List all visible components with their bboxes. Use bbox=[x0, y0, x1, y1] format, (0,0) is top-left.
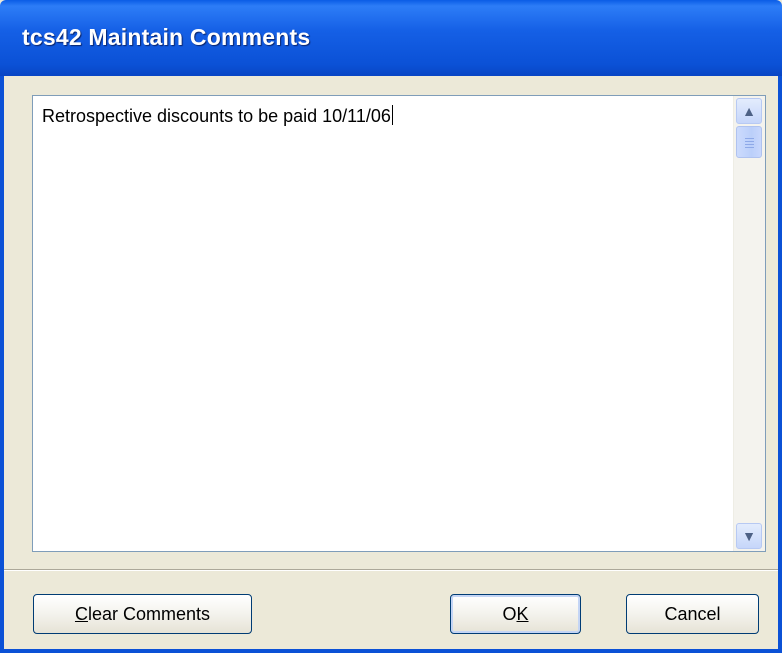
grip-line bbox=[745, 147, 754, 148]
window-frame-bottom bbox=[0, 649, 782, 653]
separator bbox=[4, 569, 778, 571]
chevron-up-icon: ▲ bbox=[742, 103, 756, 119]
title-bar[interactable]: tcs42 Maintain Comments bbox=[0, 0, 782, 76]
grip-line bbox=[745, 141, 754, 142]
scroll-down-button[interactable]: ▼ bbox=[736, 523, 762, 549]
clear-comments-button[interactable]: Clear Comments bbox=[33, 594, 252, 634]
cancel-button[interactable]: Cancel bbox=[626, 594, 759, 634]
window-frame-right bbox=[778, 76, 782, 653]
scroll-thumb[interactable] bbox=[736, 126, 762, 158]
grip-line bbox=[745, 144, 754, 145]
window-title: tcs42 Maintain Comments bbox=[22, 24, 311, 50]
comments-textarea[interactable]: Retrospective discounts to be paid 10/11… bbox=[32, 95, 766, 552]
ok-label-o: O bbox=[502, 604, 517, 624]
comments-value: Retrospective discounts to be paid 10/11… bbox=[42, 106, 391, 126]
grip-line bbox=[745, 138, 754, 139]
chevron-down-icon: ▼ bbox=[742, 528, 756, 544]
mnemonic-c: C bbox=[74, 604, 88, 624]
clear-comments-label: lear Comments bbox=[87, 604, 211, 624]
scroll-up-button[interactable]: ▲ bbox=[736, 98, 762, 124]
window-frame-left bbox=[0, 76, 4, 653]
comments-text: Retrospective discounts to be paid 10/11… bbox=[42, 105, 393, 127]
text-caret bbox=[391, 105, 393, 125]
mnemonic-k: K bbox=[516, 604, 529, 624]
vertical-scrollbar[interactable]: ▲ ▼ bbox=[733, 96, 765, 551]
dialog-window: tcs42 Maintain Comments Retrospective di… bbox=[0, 0, 782, 653]
ok-button[interactable]: OK bbox=[450, 594, 581, 634]
